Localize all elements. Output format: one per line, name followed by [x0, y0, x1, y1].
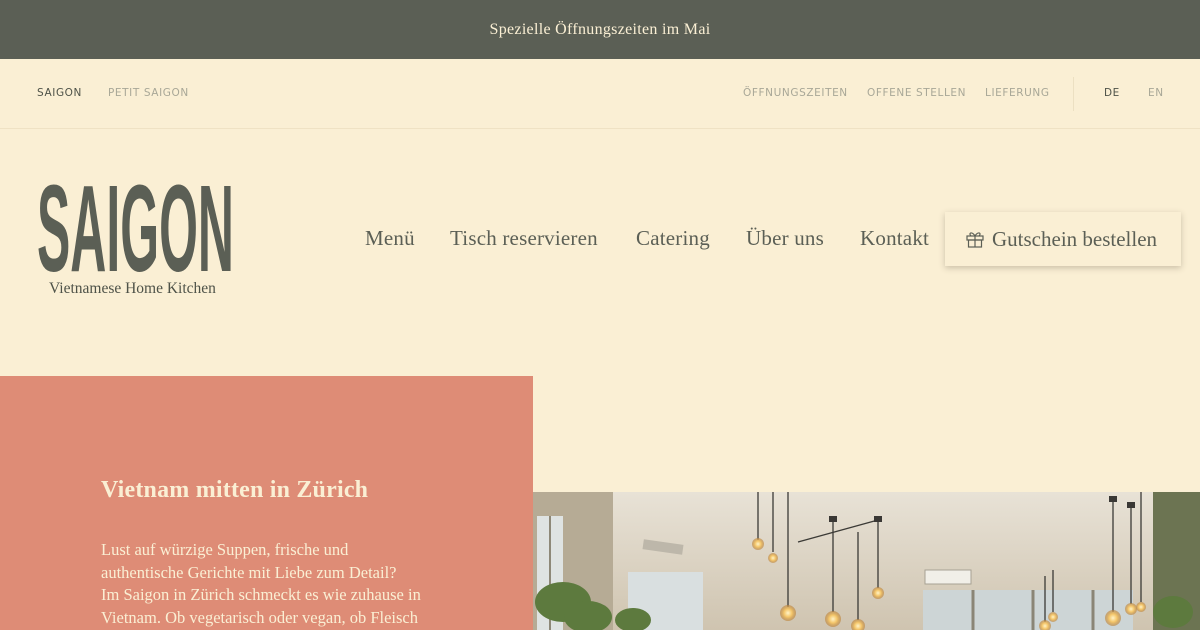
- logo-tagline: Vietnamese Home Kitchen: [49, 280, 216, 297]
- nav-link-jobs[interactable]: OFFENE STELLEN: [867, 87, 966, 99]
- logo-wordmark: SAIGON: [37, 178, 234, 274]
- nav-link-delivery[interactable]: LIEFERUNG: [985, 87, 1050, 99]
- nav-reserve-table[interactable]: Tisch reservieren: [450, 226, 598, 251]
- nav-menu[interactable]: Menü: [365, 226, 415, 251]
- announcement-bar[interactable]: Spezielle Öffnungszeiten im Mai: [0, 0, 1200, 59]
- nav-contact[interactable]: Kontakt: [860, 226, 929, 251]
- utility-nav: SAIGON PETIT SAIGON ÖFFNUNGSZEITEN OFFEN…: [0, 59, 1200, 129]
- language-de[interactable]: DE: [1104, 87, 1120, 99]
- nav-link-opening-hours[interactable]: ÖFFNUNGSZEITEN: [743, 87, 848, 99]
- nav-catering[interactable]: Catering: [636, 226, 710, 251]
- nav-about[interactable]: Über uns: [746, 226, 824, 251]
- hero-body-line: authentische Gerichte mit Liebe zum Deta…: [101, 562, 397, 582]
- hero-body-line: Im Saigon in Zürich schmeckt es wie zuha…: [101, 585, 421, 604]
- hero-text-panel: Vietnam mitten in Zürich Lust auf würzig…: [0, 376, 533, 630]
- interior-illustration: [533, 492, 1200, 630]
- hero-body-line: Lust auf würzige Suppen, frische und: [101, 540, 349, 559]
- nav-divider: [1073, 77, 1074, 111]
- order-voucher-button[interactable]: Gutschein bestellen: [945, 212, 1181, 266]
- voucher-label: Gutschein bestellen: [992, 226, 1158, 251]
- hero-body: Lust auf würzige Suppen, frische und aut…: [101, 539, 501, 629]
- restaurant-link-saigon[interactable]: SAIGON: [37, 87, 82, 99]
- hero-body-line: Vietnam. Ob vegetarisch oder vegan, ob F…: [101, 607, 418, 627]
- home-logo-link[interactable]: SAIGON Vietnamese Home Kitchen: [37, 178, 237, 297]
- language-en[interactable]: EN: [1148, 87, 1164, 99]
- hero-title: Vietnam mitten in Zürich: [101, 477, 369, 503]
- saigon-logo: SAIGON: [37, 178, 234, 274]
- restaurant-interior-photo: [533, 492, 1200, 630]
- announcement-text[interactable]: Spezielle Öffnungszeiten im Mai: [490, 21, 711, 39]
- gift-icon: [966, 232, 984, 248]
- restaurant-link-petit-saigon[interactable]: PETIT SAIGON: [108, 87, 189, 99]
